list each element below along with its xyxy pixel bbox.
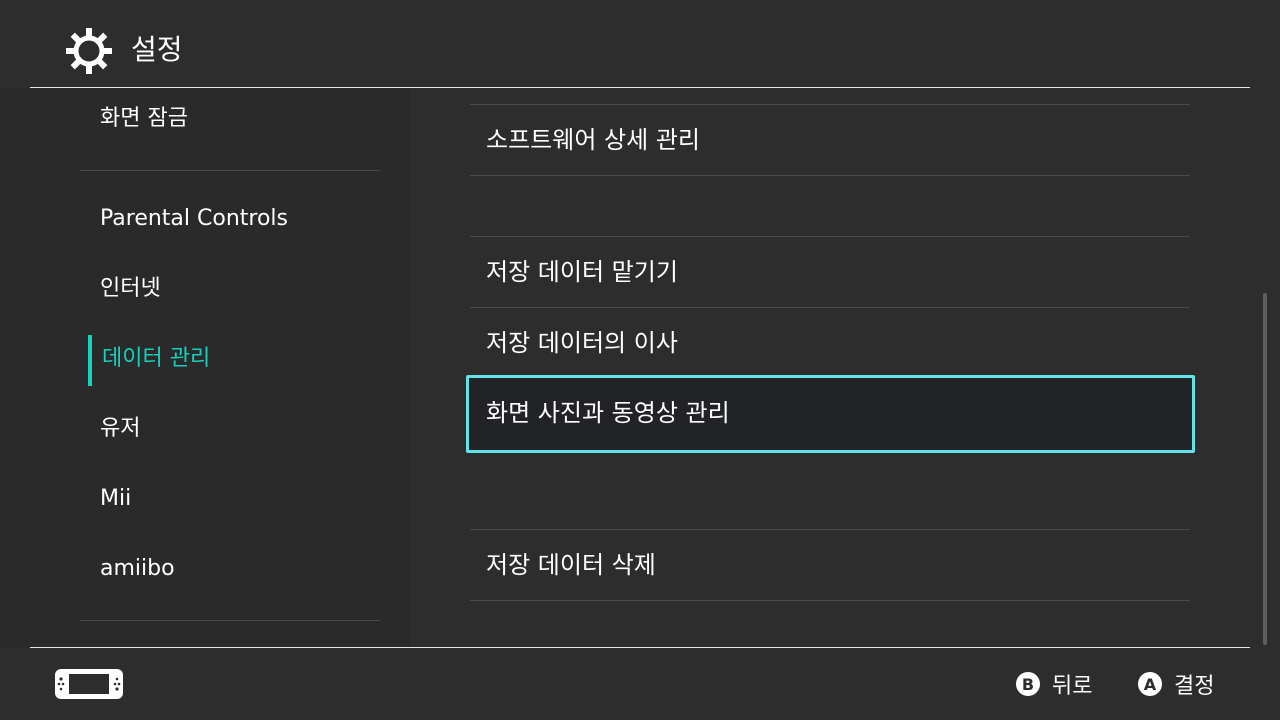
scrollbar[interactable] [1263,293,1267,645]
header: 설정 [0,0,1280,88]
menu-item-delete-save-data[interactable]: 저장 데이터 삭제 [486,548,656,582]
sidebar-item-users[interactable]: 유저 [100,414,140,444]
list-divider [470,307,1190,308]
switch-console-icon [55,669,123,699]
menu-item-software-management[interactable]: 소프트웨어 상세 관리 [486,123,700,157]
sidebar-item-screen-lock[interactable]: 화면 잠금 [100,104,188,134]
sidebar-item-data-management[interactable]: 데이터 관리 [102,344,210,374]
gear-icon [66,28,112,74]
back-hint[interactable]: B 뒤로 [1016,668,1092,700]
page-title: 설정 [131,33,183,66]
list-divider [470,175,1190,176]
back-label: 뒤로 [1052,674,1093,699]
menu-item-save-data-cloud[interactable]: 저장 데이터 맡기기 [486,255,678,289]
menu-item-transfer-save-data[interactable]: 저장 데이터의 이사 [486,326,678,360]
sidebar-selection-marker [88,335,92,386]
list-divider [470,529,1190,530]
list-divider [470,600,1190,601]
list-divider [470,104,1190,105]
confirm-label: 결정 [1174,674,1215,699]
b-button-icon: B [1016,672,1040,696]
sidebar-item-mii[interactable]: Mii [100,484,131,514]
sidebar-divider [80,620,380,621]
footer-divider [30,647,1250,648]
sidebar-item-internet[interactable]: 인터넷 [100,274,161,304]
confirm-hint[interactable]: A 결정 [1138,668,1214,700]
sidebar-item-amiibo[interactable]: amiibo [100,554,175,584]
sidebar-item-parental-controls[interactable]: Parental Controls [100,204,288,234]
list-divider [470,236,1190,237]
a-button-icon: A [1138,672,1162,696]
menu-item-screenshots-videos[interactable]: 화면 사진과 동영상 관리 [486,396,730,430]
sidebar-divider [80,170,380,171]
